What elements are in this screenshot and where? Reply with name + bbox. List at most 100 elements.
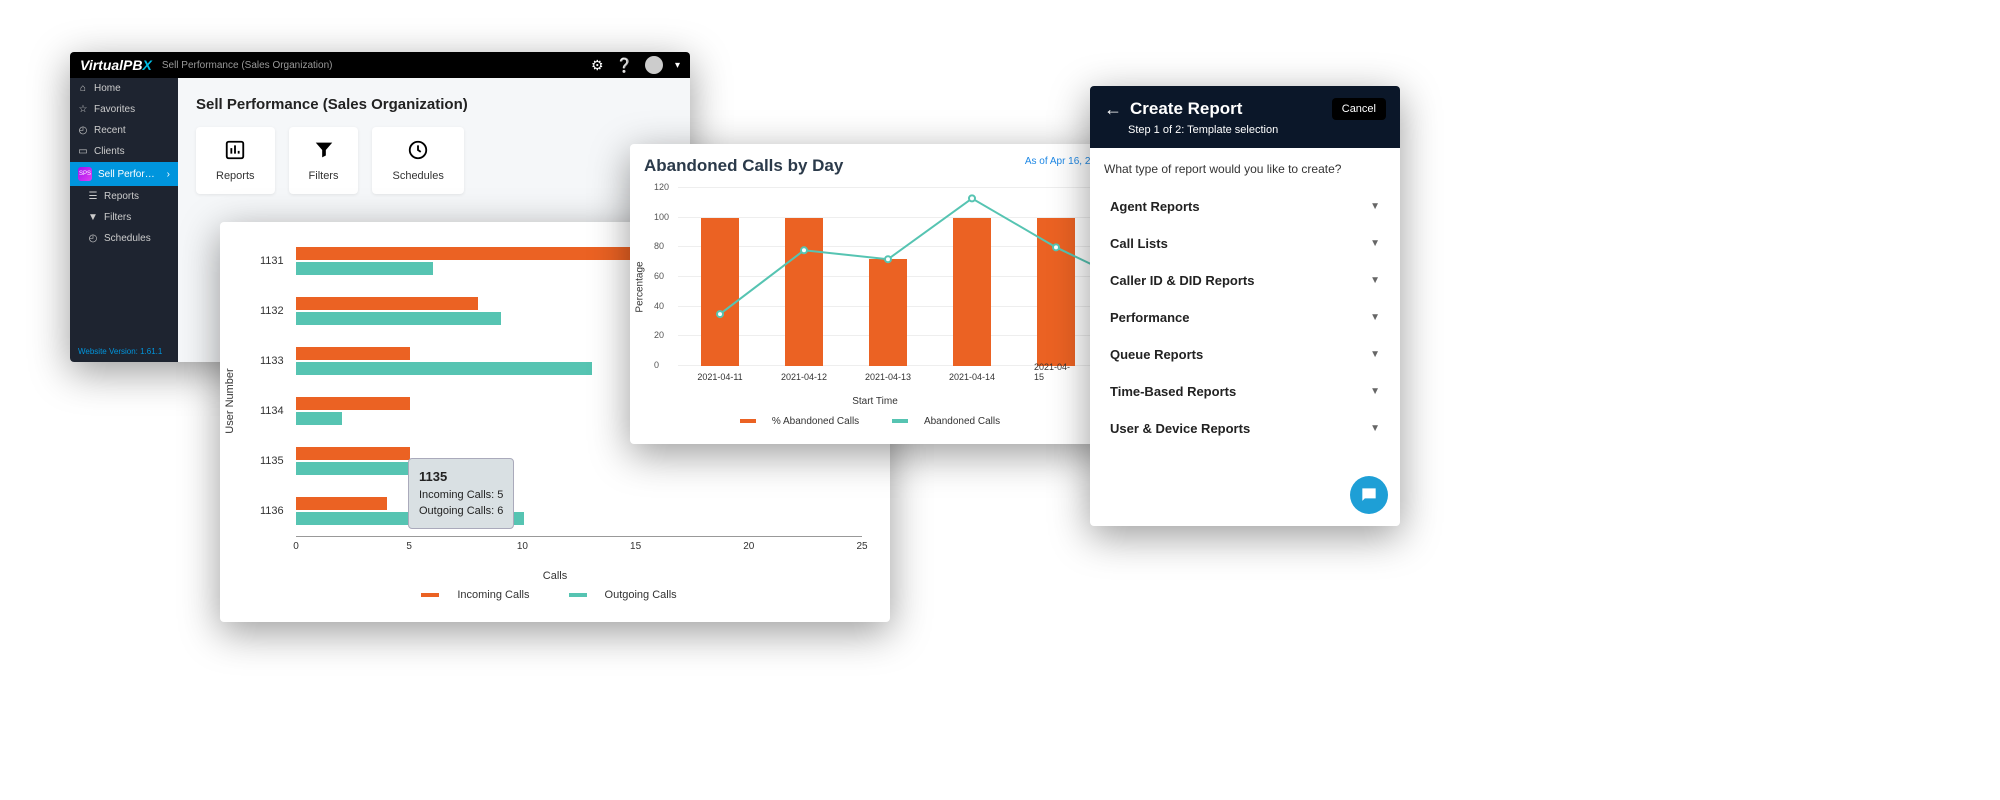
y-tick-label: 0 [654, 360, 659, 370]
tile-reports[interactable]: Reports [196, 127, 275, 194]
tooltip-line: Outgoing Calls: 6 [419, 505, 503, 517]
x-tick-label: 2021-04-11 [697, 372, 742, 382]
panel-subtitle: Step 1 of 2: Template selection [1128, 124, 1386, 136]
y-tick-label: 1133 [260, 355, 284, 367]
sidebar-item-label: Schedules [104, 233, 151, 244]
tile-label: Schedules [392, 170, 443, 182]
x-tick-label: 15 [630, 541, 641, 552]
app-logo: VirtualPBX [80, 57, 152, 73]
option-label: Agent Reports [1110, 199, 1200, 214]
y-tick-label: 80 [654, 241, 664, 251]
sidebar: ⌂ Home ☆Favorites◴Recent ▭ Clients SPS Sell … [70, 78, 178, 362]
cancel-button[interactable]: Cancel [1332, 98, 1386, 120]
chevron-down-icon: ▼ [1370, 275, 1380, 286]
tile-label: Filters [309, 170, 339, 182]
panel-title: Create Report [1130, 99, 1324, 119]
report-type-option[interactable]: Agent Reports ▼ [1104, 188, 1386, 225]
option-label: User & Device Reports [1110, 421, 1250, 436]
sidebar-item-label: Home [94, 83, 121, 94]
bar-outgoing[interactable] [296, 362, 592, 375]
sidebar-item-clients[interactable]: ▭ Clients [70, 141, 178, 162]
combo-chart: Percentage 0204060801001202021-04-112021… [644, 182, 1106, 392]
panel-header: ← Create Report Cancel Step 1 of 2: Temp… [1090, 86, 1400, 148]
legend-item: Outgoing Calls [569, 589, 689, 601]
option-label: Queue Reports [1110, 347, 1203, 362]
sidebar-item-sell-performance[interactable]: SPS Sell Performanc… › [70, 162, 178, 186]
x-tick-label: 2021-04-13 [865, 372, 911, 382]
y-tick-label: 100 [654, 212, 669, 222]
top-bar: VirtualPBX Sell Performance (Sales Organ… [70, 52, 690, 78]
tile-filters[interactable]: Filters [289, 127, 359, 194]
y-tick-label: 60 [654, 271, 664, 281]
bar-incoming[interactable] [296, 297, 478, 310]
x-tick-label: 10 [517, 541, 528, 552]
x-axis-label: Start Time [644, 396, 1106, 407]
x-tick-label: 5 [406, 541, 412, 552]
line-point[interactable] [969, 195, 975, 201]
breadcrumb: Sell Performance (Sales Organization) [162, 60, 333, 71]
sidebar-item-home[interactable]: ⌂ Home [70, 78, 178, 99]
org-badge-icon: SPS [78, 167, 92, 181]
sidebar-item-recent[interactable]: ◴Recent [70, 120, 178, 141]
chevron-down-icon: ▼ [1370, 386, 1380, 397]
y-tick-label: 1136 [260, 505, 284, 517]
sidebar-item-label: Filters [104, 212, 131, 223]
chevron-down-icon: ▼ [1370, 349, 1380, 360]
sidebar-item-label: Reports [104, 191, 139, 202]
report-type-option[interactable]: Time-Based Reports▼ [1104, 373, 1386, 410]
y-tick-label: 40 [654, 301, 664, 311]
y-tick-label: 1132 [260, 305, 284, 317]
bar-incoming[interactable] [296, 397, 410, 410]
sidebar-item-reports[interactable]: ☰Reports [70, 186, 178, 207]
sidebar-item-label: Clients [94, 146, 125, 157]
avatar[interactable] [645, 56, 663, 74]
legend-item: Incoming Calls [421, 589, 541, 601]
clock-icon [407, 139, 429, 164]
option-label: Performance [1110, 310, 1189, 325]
x-tick-label: 0 [293, 541, 299, 552]
chat-button[interactable] [1350, 476, 1388, 514]
help-icon[interactable]: ❔ [616, 57, 633, 74]
chart-tooltip: 1135 Incoming Calls: 5 Outgoing Calls: 6 [408, 458, 514, 529]
report-type-option[interactable]: Call Lists▼ [1104, 225, 1386, 262]
x-axis: 0510152025 [296, 536, 862, 566]
tile-label: Reports [216, 170, 255, 182]
line-point[interactable] [885, 256, 891, 262]
line-point[interactable] [1053, 244, 1059, 250]
bar-incoming[interactable] [296, 347, 410, 360]
x-tick-label: 20 [743, 541, 754, 552]
gear-icon[interactable]: ⚙ [591, 57, 604, 74]
line-point[interactable] [801, 247, 807, 253]
line-point[interactable] [717, 311, 723, 317]
chevron-down-icon: ▼ [1370, 238, 1380, 249]
sidebar-item-favorites[interactable]: ☆Favorites [70, 99, 178, 120]
chart-row: 1136 [296, 486, 862, 536]
sidebar-item-filters[interactable]: ▼Filters [70, 207, 178, 228]
prompt-text: What type of report would you like to cr… [1104, 162, 1386, 176]
home-icon: ⌂ [78, 83, 88, 94]
report-type-option[interactable]: Queue Reports ▼ [1104, 336, 1386, 373]
back-arrow-icon[interactable]: ← [1104, 99, 1122, 120]
legend-item: Abandoned Calls [892, 416, 1010, 427]
abandoned-calls-chart-panel: Abandoned Calls by Day As of Apr 16, 20…… [630, 144, 1120, 444]
funnel-icon [313, 139, 335, 164]
report-type-option[interactable]: Performance▼ [1104, 299, 1386, 336]
sidebar-item-schedules[interactable]: ◴Schedules [70, 228, 178, 249]
bar-incoming[interactable] [296, 497, 387, 510]
report-type-option[interactable]: User & Device Reports▼ [1104, 410, 1386, 447]
chevron-down-icon[interactable]: ▾ [675, 60, 680, 71]
tooltip-title: 1135 [419, 469, 447, 484]
chevron-down-icon: ▼ [1370, 201, 1380, 212]
x-tick-label: 25 [856, 541, 867, 552]
chart-title: Abandoned Calls by Day [644, 156, 843, 176]
star-icon: ☆ [78, 104, 88, 115]
bar-outgoing[interactable] [296, 312, 501, 325]
option-label: Caller ID & DID Reports [1110, 273, 1254, 288]
bar-outgoing[interactable] [296, 262, 433, 275]
briefcase-icon: ▭ [78, 146, 88, 157]
report-type-option[interactable]: Caller ID & DID Reports ▼ [1104, 262, 1386, 299]
bar-incoming[interactable] [296, 447, 410, 460]
bar-outgoing[interactable] [296, 412, 342, 425]
tile-schedules[interactable]: Schedules [372, 127, 463, 194]
x-axis-label: Calls [238, 570, 872, 582]
